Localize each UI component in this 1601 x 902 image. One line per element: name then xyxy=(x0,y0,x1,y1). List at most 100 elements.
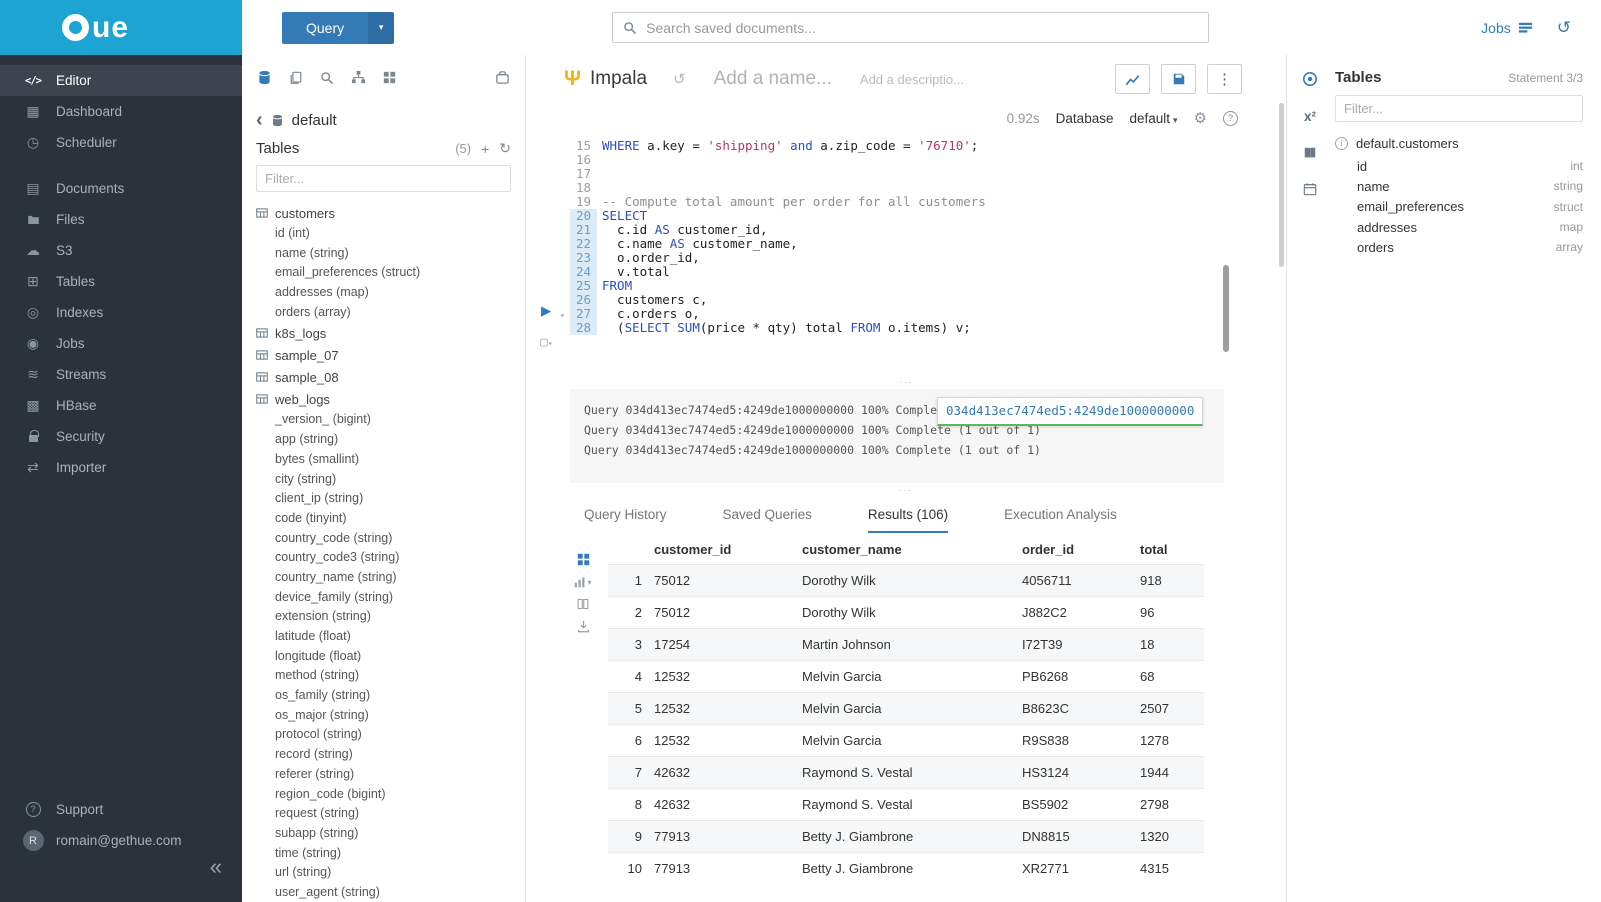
assist-column[interactable]: protocol (string) xyxy=(256,725,525,745)
editor-assistant-icon[interactable] xyxy=(1302,71,1318,87)
code-line[interactable] xyxy=(602,167,1286,181)
assist-column[interactable]: region_code (bigint) xyxy=(256,785,525,805)
assist-column[interactable]: subapp (string) xyxy=(256,824,525,844)
grid-view-icon[interactable] xyxy=(577,553,590,566)
nav-item-scheduler[interactable]: ◷Scheduler xyxy=(0,127,242,158)
nav-item-editor[interactable]: </>Editor xyxy=(0,65,242,96)
assist-column[interactable]: record (string) xyxy=(256,745,525,765)
run-options-caret-icon[interactable]: ▾ xyxy=(560,311,565,320)
sitemap-icon[interactable] xyxy=(351,70,366,85)
assist-column[interactable]: url (string) xyxy=(256,863,525,883)
table-row[interactable]: 317254Martin JohnsonI72T3918 xyxy=(608,629,1204,661)
assist-table-customers[interactable]: customers xyxy=(256,202,525,224)
code-line[interactable]: FROM xyxy=(602,279,1286,293)
nav-item-hbase[interactable]: ▩HBase xyxy=(0,390,242,421)
assist-column[interactable]: addresses (map) xyxy=(256,283,525,303)
assist-column[interactable]: os_major (string) xyxy=(256,706,525,726)
table-row[interactable]: 842632Raymond S. VestalBS59022798 xyxy=(608,789,1204,821)
tab-query-history[interactable]: Query History xyxy=(584,507,667,533)
assist-filter-input[interactable] xyxy=(256,165,511,192)
query-history-icon[interactable]: ↺ xyxy=(1557,18,1571,38)
settings-gear-icon[interactable]: ⚙ xyxy=(1194,109,1207,127)
tab-execution-analysis[interactable]: Execution Analysis xyxy=(1004,507,1117,533)
chart-view-icon[interactable]: ▾ xyxy=(574,576,591,588)
nav-item-support[interactable]: Support xyxy=(0,794,242,825)
code-line[interactable]: v.total xyxy=(602,265,1286,279)
language-reference-icon[interactable] xyxy=(1303,146,1317,160)
chart-button[interactable] xyxy=(1115,64,1150,94)
columns-view-icon[interactable] xyxy=(577,598,589,610)
assist-column[interactable]: os_family (string) xyxy=(256,686,525,706)
nav-item-streams[interactable]: ≋Streams xyxy=(0,359,242,390)
nav-item-files[interactable]: Files xyxy=(0,204,242,235)
assist-column[interactable]: country_name (string) xyxy=(256,568,525,588)
refresh-tables-icon[interactable]: ↻ xyxy=(499,140,511,157)
table-row[interactable]: 275012Dorothy WilkJ882C296 xyxy=(608,597,1204,629)
help-icon[interactable] xyxy=(1223,111,1238,126)
code-line[interactable]: -- Compute total amount per order for al… xyxy=(602,195,1286,209)
assist-column[interactable]: referer (string) xyxy=(256,765,525,785)
assist-column[interactable]: orders (array) xyxy=(256,303,525,323)
nav-item-security[interactable]: Security xyxy=(0,421,242,452)
code-line[interactable]: o.order_id, xyxy=(602,251,1286,265)
table-row[interactable]: 977913Betty J. GiambroneDN88151320 xyxy=(608,821,1204,853)
code-line[interactable]: SELECT xyxy=(602,209,1286,223)
add-table-icon[interactable]: + xyxy=(481,141,489,157)
results-column-header[interactable]: order_id xyxy=(1016,533,1134,565)
job-id-tooltip[interactable]: 034d413ec7474ed5:4249de1000000000 xyxy=(937,397,1203,426)
code-line[interactable]: (SELECT SUM(price * qty) total FROM o.it… xyxy=(602,321,1286,335)
table-row[interactable]: 412532Melvin GarciaPB626868 xyxy=(608,661,1204,693)
back-chevron-icon[interactable]: ‹ xyxy=(256,110,263,130)
assist-column[interactable]: city (string) xyxy=(256,470,525,490)
log-results-splitter[interactable] xyxy=(526,483,1286,497)
nav-item-tables[interactable]: ⊞Tables xyxy=(0,266,242,297)
nav-item-s3[interactable]: ☁S3 xyxy=(0,235,242,266)
database-select[interactable]: default▾ xyxy=(1129,111,1177,126)
assist-column[interactable]: _version_ (bigint) xyxy=(256,410,525,430)
search-input[interactable] xyxy=(646,20,1198,36)
results-column-header[interactable]: customer_id xyxy=(648,533,796,565)
download-icon[interactable] xyxy=(577,620,590,633)
active-table-row[interactable]: default.customers xyxy=(1335,132,1583,154)
query-dropdown-caret-icon[interactable]: ▾ xyxy=(368,12,394,44)
nav-item-jobs[interactable]: ◉Jobs xyxy=(0,328,242,359)
code-line[interactable]: customers c, xyxy=(602,293,1286,307)
assist-column[interactable]: device_family (string) xyxy=(256,588,525,608)
editor-log-splitter[interactable] xyxy=(526,375,1286,389)
table-row[interactable]: 512532Melvin GarciaB8623C2507 xyxy=(608,693,1204,725)
assist-column[interactable]: longitude (float) xyxy=(256,647,525,667)
editor-scrollbar[interactable] xyxy=(1223,265,1229,352)
table-row[interactable]: 612532Melvin GarciaR9S8381278 xyxy=(608,725,1204,757)
assist-column[interactable]: extension (string) xyxy=(256,607,525,627)
assist-column[interactable]: user_agent (string) xyxy=(256,883,525,902)
save-button[interactable] xyxy=(1161,64,1196,94)
run-query-button[interactable]: ▶ xyxy=(541,303,551,320)
code-line[interactable]: WHERE a.key = 'shipping' and a.zip_code … xyxy=(602,139,1286,153)
assist-column[interactable]: method (string) xyxy=(256,666,525,686)
assist-table-web-logs[interactable]: web_logs xyxy=(256,388,525,410)
nav-item-importer[interactable]: ⇄Importer xyxy=(0,452,242,483)
editor-format-button[interactable]: ▢▾ xyxy=(540,335,553,350)
tab-saved-queries[interactable]: Saved Queries xyxy=(723,507,812,533)
assist-column[interactable]: time (string) xyxy=(256,844,525,864)
databases-icon[interactable] xyxy=(257,70,272,85)
assist-column[interactable]: latitude (float) xyxy=(256,627,525,647)
code-line[interactable]: c.name AS customer_name, xyxy=(602,237,1286,251)
assist-table-k8s-logs[interactable]: k8s_logs xyxy=(256,322,525,344)
more-options-button[interactable]: ⋮ xyxy=(1207,64,1242,94)
tab-results-106[interactable]: Results (106) xyxy=(868,507,948,533)
code-line[interactable]: c.id AS customer_id, xyxy=(602,223,1286,237)
right-column-addresses[interactable]: addressesmap xyxy=(1357,217,1583,237)
results-column-header[interactable]: total xyxy=(1134,533,1204,565)
right-column-orders[interactable]: ordersarray xyxy=(1357,237,1583,257)
panel-scrollbar[interactable] xyxy=(1279,103,1284,267)
results-column-header[interactable]: customer_name xyxy=(796,533,1016,565)
assist-table-sample-08[interactable]: sample_08 xyxy=(256,366,525,388)
editor-history-icon[interactable]: ↺ xyxy=(673,70,686,88)
assist-search-icon[interactable] xyxy=(320,71,334,85)
apps-grid-icon[interactable] xyxy=(383,71,396,84)
right-column-email-preferences[interactable]: email_preferencesstruct xyxy=(1357,197,1583,217)
assist-column[interactable]: country_code3 (string) xyxy=(256,548,525,568)
current-database[interactable]: default xyxy=(292,112,337,129)
sql-editor[interactable]: ▶ ▾ ▢▾ 1516171819202122232425262728 WHER… xyxy=(526,133,1286,375)
